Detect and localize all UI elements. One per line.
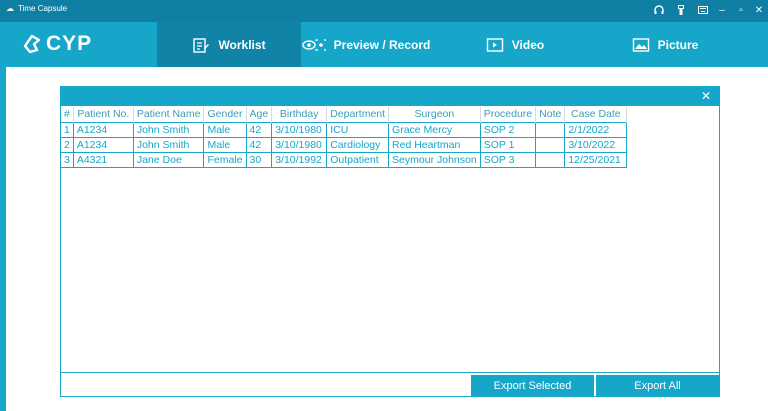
- export-all-button[interactable]: Export All: [596, 375, 719, 397]
- window-title: Time Capsule: [18, 4, 68, 13]
- column-header[interactable]: Gender: [203, 107, 247, 122]
- table-row[interactable]: 3 A4321 Jane Doe Female 30 3/10/1992 Outpatien…: [61, 151, 628, 168]
- table-cell: Outpatient: [326, 151, 390, 168]
- tab-video-label: Video: [511, 37, 545, 52]
- table-cell: John Smith: [133, 136, 205, 152]
- table-cell: 1: [61, 121, 74, 137]
- cyp-logo-icon: [23, 34, 41, 54]
- table-cell: Male: [203, 121, 247, 137]
- panel-footer: Export Selected Export All: [61, 372, 719, 397]
- table-cell: Cardiology: [326, 136, 390, 152]
- minimize-icon[interactable]: –: [715, 3, 729, 17]
- tab-worklist-label: Worklist: [218, 37, 266, 52]
- maximize-icon[interactable]: ▫: [734, 3, 748, 17]
- column-header[interactable]: Note: [535, 107, 566, 122]
- table-cell: A1234: [73, 136, 134, 152]
- table-cell: Seymour Johnson: [388, 151, 481, 168]
- table-cell: [535, 136, 566, 152]
- column-header[interactable]: Procedure: [480, 107, 537, 122]
- tab-preview-record-label: Preview / Record: [333, 37, 431, 52]
- column-header[interactable]: Department: [326, 107, 390, 122]
- usb-icon[interactable]: [676, 3, 686, 17]
- table-cell: A4321: [73, 151, 134, 168]
- column-header[interactable]: Patient Name: [133, 107, 205, 122]
- column-header[interactable]: Surgeon: [388, 107, 481, 122]
- table-cell: [535, 121, 566, 137]
- table-cell: 42: [246, 136, 273, 152]
- brand-logo: CYP: [22, 32, 92, 56]
- table-cell: Female: [203, 151, 247, 168]
- worklist-icon: [193, 37, 210, 53]
- table-cell: Jane Doe: [133, 151, 205, 168]
- headset-icon[interactable]: [653, 3, 665, 17]
- table-cell: SOP 1: [480, 136, 537, 152]
- worklist-table: # Patient No. Patient Name Gender Age Bi…: [61, 107, 628, 168]
- table-cell: 3: [61, 151, 74, 168]
- table-cell: 12/25/2021: [564, 151, 628, 168]
- video-icon: [486, 37, 503, 52]
- worklist-panel: ✕ # Patient No. Patient Name Gender Age …: [60, 86, 720, 397]
- table-cell: ICU: [326, 121, 390, 137]
- table-cell: 42: [246, 121, 273, 137]
- picture-icon: [632, 37, 649, 52]
- eye-icon: [301, 38, 326, 51]
- tab-picture[interactable]: Picture: [590, 22, 740, 67]
- close-icon[interactable]: ✕: [701, 89, 711, 103]
- table-cell: A1234: [73, 121, 134, 137]
- tab-preview-record[interactable]: Preview / Record: [301, 22, 431, 67]
- main-nav: CYP Worklist Preview / Record Video Pict…: [0, 22, 768, 67]
- table-cell: SOP 2: [480, 121, 537, 137]
- table-row[interactable]: 2 A1234 John Smith Male 42 3/10/1980 Cardiolog…: [61, 136, 628, 152]
- column-header[interactable]: Age: [246, 107, 273, 122]
- keyboard-icon[interactable]: [697, 3, 709, 17]
- column-header[interactable]: Case Date: [564, 107, 628, 122]
- table-cell: SOP 3: [480, 151, 537, 168]
- column-header[interactable]: Patient No.: [73, 107, 134, 122]
- table-cell: 3/10/1980: [271, 136, 328, 152]
- table-cell: Male: [203, 136, 247, 152]
- app-icon: ☁: [6, 4, 14, 13]
- title-bar: ☁ Time Capsule – ▫ ✕: [0, 0, 768, 22]
- table-cell: 2/1/2022: [564, 121, 628, 137]
- column-header[interactable]: Birthday: [271, 107, 328, 122]
- table-cell: John Smith: [133, 121, 205, 137]
- table-row[interactable]: 1 A1234 John Smith Male 42 3/10/1980 ICU Grace …: [61, 121, 628, 137]
- tab-worklist[interactable]: Worklist: [157, 22, 301, 67]
- table-cell: 3/10/2022: [564, 136, 628, 152]
- close-icon[interactable]: ✕: [752, 3, 766, 17]
- table-cell: 3/10/1980: [271, 121, 328, 137]
- export-selected-button[interactable]: Export Selected: [471, 375, 594, 397]
- app-title: ☁ Time Capsule: [6, 4, 67, 13]
- table-cell: 2: [61, 136, 74, 152]
- table-cell: Grace Mercy: [388, 121, 481, 137]
- left-accent-bar: [0, 67, 6, 411]
- brand-name: CYP: [46, 32, 93, 55]
- tab-video[interactable]: Video: [440, 22, 590, 67]
- table-header-row: # Patient No. Patient Name Gender Age Bi…: [61, 107, 628, 122]
- column-header[interactable]: #: [61, 107, 74, 122]
- table-cell: Red Heartman: [388, 136, 481, 152]
- table-cell: 3/10/1992: [271, 151, 328, 168]
- table-cell: [535, 151, 566, 168]
- tab-picture-label: Picture: [657, 37, 699, 52]
- table-cell: 30: [246, 151, 273, 168]
- panel-header: ✕: [61, 87, 719, 106]
